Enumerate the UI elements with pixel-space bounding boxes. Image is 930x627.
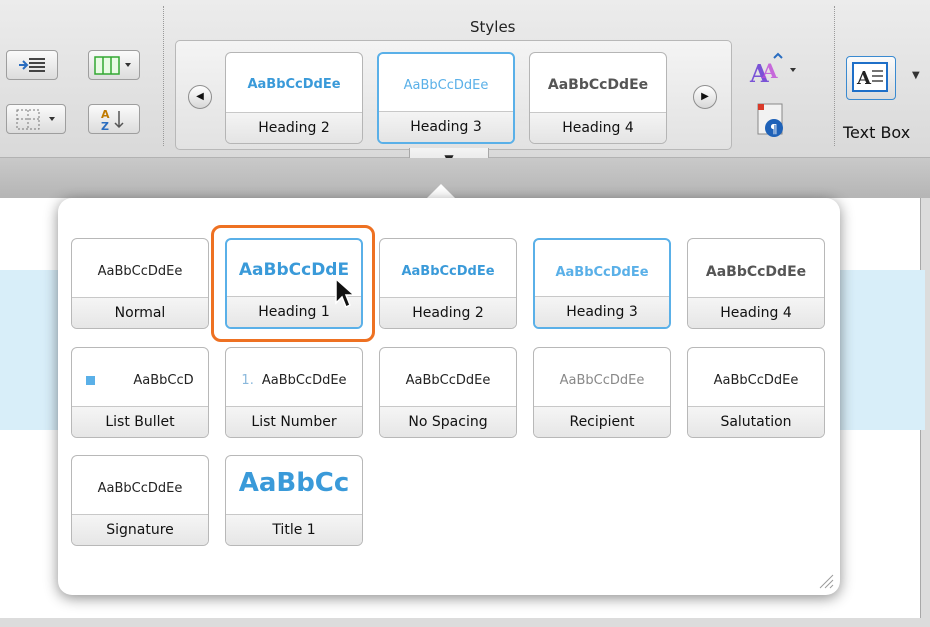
style-label: Heading 4 bbox=[688, 297, 824, 328]
style-label: Heading 3 bbox=[535, 296, 669, 327]
style-sample: AaBbCcDdEe bbox=[535, 265, 669, 280]
text-effects-button[interactable]: A A bbox=[748, 52, 803, 92]
svg-text:Z: Z bbox=[101, 120, 109, 133]
increase-indent-button[interactable] bbox=[6, 50, 58, 80]
indent-icon bbox=[19, 58, 45, 72]
style-tile-list-number[interactable]: 1. AaBbCcDdEe List Number bbox=[225, 347, 363, 438]
style-label: Heading 2 bbox=[380, 297, 516, 328]
style-sample-text: AaBbCcDdEe bbox=[261, 373, 347, 388]
style-tile-signature[interactable]: AaBbCcDdEe Signature bbox=[71, 455, 209, 546]
sort-button[interactable]: A Z bbox=[88, 104, 140, 134]
text-box-label: Text Box bbox=[843, 123, 911, 142]
style-label: List Number bbox=[226, 406, 362, 437]
style-sample: AaBbCcD bbox=[72, 373, 208, 388]
style-label: Heading 4 bbox=[530, 112, 666, 143]
style-sample-text: AaBbCcDdEe bbox=[555, 265, 649, 280]
ribbon-separator bbox=[834, 6, 835, 146]
style-sample-text: AaBbCcDdEe bbox=[705, 264, 807, 280]
bullet-icon bbox=[86, 376, 96, 385]
style-label: No Spacing bbox=[380, 406, 516, 437]
style-tile-heading-4[interactable]: AaBbCcDdEe Heading 4 bbox=[687, 238, 825, 329]
clear-formatting-button[interactable]: ¶ bbox=[752, 100, 792, 142]
style-sample: AaBbCcDdEe bbox=[72, 264, 208, 279]
style-sample: AaBbCcDdEe bbox=[72, 481, 208, 496]
sort-az-icon: A Z bbox=[101, 108, 124, 133]
style-sample-text: AaBbCcDdEe bbox=[559, 373, 645, 388]
right-arrow-icon: ▶ bbox=[701, 91, 709, 102]
style-label: List Bullet bbox=[72, 406, 208, 437]
style-sample-text: AaBbCcDdEe bbox=[713, 373, 799, 388]
borders-button[interactable] bbox=[6, 104, 66, 134]
mouse-cursor-icon bbox=[335, 277, 356, 309]
style-label: Salutation bbox=[688, 406, 824, 437]
text-box-dropdown-icon[interactable]: ▼ bbox=[912, 70, 920, 81]
style-sample-text: AaBbCcDdEe bbox=[403, 78, 489, 93]
text-box-icon: A bbox=[852, 62, 888, 92]
style-tile-recipient[interactable]: AaBbCcDdEe Recipient bbox=[533, 347, 671, 438]
style-sample: AaBbCcDdEe bbox=[379, 78, 513, 93]
style-tile-heading-4[interactable]: AaBbCcDdEe Heading 4 bbox=[529, 52, 667, 144]
style-sample-text: AaBbCcDdEe bbox=[405, 373, 491, 388]
popup-pointer bbox=[426, 184, 456, 199]
columns-icon bbox=[94, 56, 131, 75]
style-tile-heading-3[interactable]: AaBbCcDdEe Heading 3 bbox=[377, 52, 515, 144]
style-label: Heading 2 bbox=[226, 112, 362, 143]
style-tile-normal[interactable]: AaBbCcDdEe Normal bbox=[71, 238, 209, 329]
style-label: Recipient bbox=[534, 406, 670, 437]
style-sample: AaBbCcDdEe bbox=[380, 264, 516, 279]
style-label: Heading 3 bbox=[379, 111, 513, 142]
style-sample: AaBbCcDdEe bbox=[530, 77, 666, 93]
borders-icon bbox=[16, 109, 55, 130]
style-tile-heading-2[interactable]: AaBbCcDdEe Heading 2 bbox=[379, 238, 517, 329]
resize-grip-icon[interactable] bbox=[818, 573, 834, 589]
style-sample-text: AaBbCcDdEe bbox=[547, 77, 649, 93]
style-sample: AaBbCc bbox=[226, 468, 362, 498]
ribbon: Styles A Z ◀ ▶ AaBbCcDdEe Heading 2 AaBb… bbox=[0, 0, 930, 175]
svg-text:A: A bbox=[761, 59, 778, 83]
gallery-prev-button[interactable]: ◀ bbox=[188, 85, 212, 109]
left-arrow-icon: ◀ bbox=[196, 91, 204, 102]
style-sample-text: AaBbCcDdEe bbox=[97, 481, 183, 496]
style-sample: AaBbCcDdEe bbox=[688, 373, 824, 388]
style-label: Title 1 bbox=[226, 514, 362, 545]
style-sample-text: AaBbCc bbox=[238, 468, 350, 498]
style-tile-heading-2[interactable]: AaBbCcDdEe Heading 2 bbox=[225, 52, 363, 144]
style-label: Signature bbox=[72, 514, 208, 545]
style-tile-list-bullet[interactable]: AaBbCcD List Bullet bbox=[71, 347, 209, 438]
svg-text:¶: ¶ bbox=[770, 122, 778, 136]
columns-button[interactable] bbox=[88, 50, 140, 80]
gallery-next-button[interactable]: ▶ bbox=[693, 85, 717, 109]
style-sample: AaBbCcDdEe bbox=[688, 264, 824, 280]
style-sample-text: AaBbCcD bbox=[133, 373, 194, 388]
style-sample-text: AaBbCcDdEe bbox=[401, 264, 495, 279]
svg-text:A: A bbox=[856, 68, 872, 89]
style-sample: AaBbCcDdEe bbox=[380, 373, 516, 388]
styles-group-title: Styles bbox=[470, 18, 516, 36]
list-number-prefix: 1. bbox=[241, 373, 254, 388]
style-sample-text: AaBbCcDdEe bbox=[97, 264, 183, 279]
ribbon-separator bbox=[163, 6, 164, 146]
style-label: Normal bbox=[72, 297, 208, 328]
style-tile-no-spacing[interactable]: AaBbCcDdEe No Spacing bbox=[379, 347, 517, 438]
clear-formatting-icon: ¶ bbox=[757, 103, 783, 137]
style-tile-title-1[interactable]: AaBbCc Title 1 bbox=[225, 455, 363, 546]
style-sample-text: AaBbCcDdEe bbox=[247, 77, 341, 92]
style-sample: AaBbCcDdEe bbox=[226, 77, 362, 92]
document-ruler-area bbox=[0, 158, 930, 198]
text-box-button[interactable]: A bbox=[846, 56, 896, 100]
style-sample: 1. AaBbCcDdEe bbox=[226, 373, 362, 388]
style-tile-heading-3[interactable]: AaBbCcDdEe Heading 3 bbox=[533, 238, 671, 329]
style-tile-salutation[interactable]: AaBbCcDdEe Salutation bbox=[687, 347, 825, 438]
text-effects-icon: A A bbox=[749, 52, 796, 88]
style-sample: AaBbCcDdEe bbox=[534, 373, 670, 388]
